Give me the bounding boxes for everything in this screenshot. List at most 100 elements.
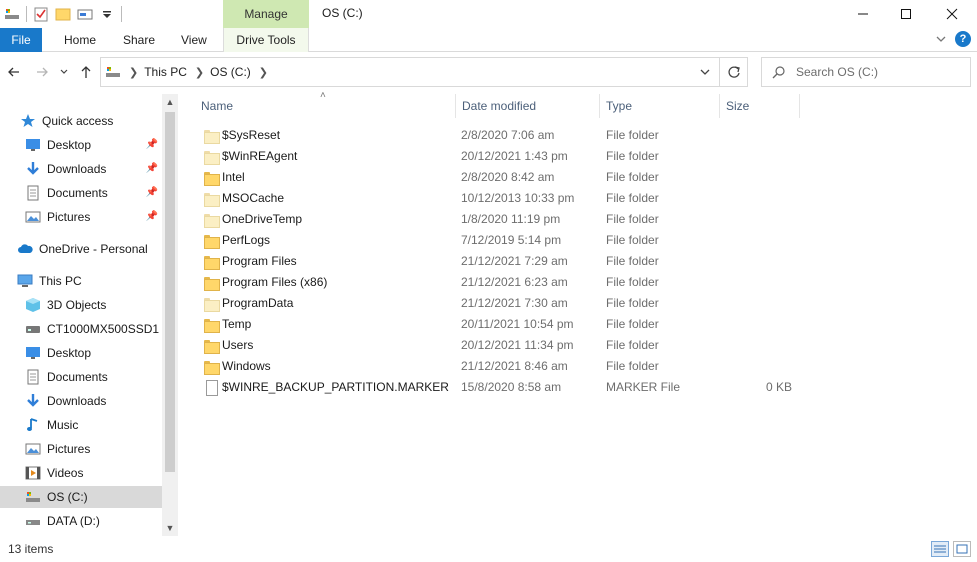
recent-locations-button[interactable] xyxy=(58,64,70,80)
file-row[interactable]: PerfLogs 7/12/2019 5:14 pm File folder xyxy=(195,230,800,251)
nav-item-desktop-pinned[interactable]: Desktop 📌 xyxy=(0,134,162,156)
expand-ribbon-icon[interactable] xyxy=(935,33,947,45)
chevron-down-icon[interactable] xyxy=(699,66,711,78)
file-row[interactable]: $SysReset 2/8/2020 7:06 am File folder xyxy=(195,125,800,146)
file-type: File folder xyxy=(606,296,659,310)
nav-item-videos[interactable]: Videos xyxy=(0,462,162,484)
nav-item-quick-access[interactable]: Quick access xyxy=(0,110,162,132)
scroll-down-icon[interactable]: ▼ xyxy=(162,520,178,536)
title-bar: Manage OS (C:) xyxy=(0,0,977,28)
pin-icon[interactable]: 📌 xyxy=(146,139,158,150)
column-header-date[interactable]: Date modified xyxy=(454,94,600,118)
large-icons-view-button[interactable] xyxy=(953,541,971,557)
nav-item-ssd[interactable]: CT1000MX500SSD1 xyxy=(0,318,162,340)
nav-item-pictures[interactable]: Pictures xyxy=(0,438,162,460)
file-row[interactable]: ProgramData 21/12/2021 7:30 am File fold… xyxy=(195,293,800,314)
nav-scrollbar[interactable]: ▲ ▼ xyxy=(162,94,178,536)
nav-item-music[interactable]: Music xyxy=(0,414,162,436)
breadcrumb-separator[interactable]: ❯ xyxy=(129,66,138,79)
tab-view[interactable]: View xyxy=(181,28,207,52)
details-view-button[interactable] xyxy=(931,541,949,557)
search-input[interactable]: Search OS (C:) xyxy=(761,57,971,87)
nav-item-this-pc[interactable]: This PC xyxy=(0,270,162,292)
item-count: 13 items xyxy=(8,542,54,556)
folder-icon xyxy=(203,127,220,144)
nav-item-onedrive[interactable]: OneDrive - Personal xyxy=(0,238,162,260)
new-folder-icon[interactable] xyxy=(55,6,71,22)
file-icon xyxy=(203,379,219,396)
minimize-button[interactable] xyxy=(840,0,886,28)
pin-icon[interactable]: 📌 xyxy=(146,187,158,198)
back-button[interactable] xyxy=(6,64,22,80)
documents-icon xyxy=(25,185,41,201)
file-row[interactable]: Temp 20/11/2021 10:54 pm File folder xyxy=(195,314,800,335)
drive-icon[interactable] xyxy=(4,6,20,22)
music-icon xyxy=(25,417,41,433)
maximize-button[interactable] xyxy=(883,0,929,28)
file-row[interactable]: Program Files (x86) 21/12/2021 6:23 am F… xyxy=(195,272,800,293)
up-button[interactable] xyxy=(78,64,94,80)
tab-share[interactable]: Share xyxy=(123,28,155,52)
file-date: 20/12/2021 11:34 pm xyxy=(461,338,574,352)
address-bar[interactable]: ❯ This PC ❯ OS (C:) ❯ xyxy=(100,57,720,87)
nav-item-documents[interactable]: Documents xyxy=(0,366,162,388)
tab-home[interactable]: Home xyxy=(64,28,96,52)
nav-item-os-c[interactable]: OS (C:) xyxy=(0,486,162,508)
breadcrumb-separator[interactable]: ❯ xyxy=(195,66,204,79)
close-button[interactable] xyxy=(929,0,975,28)
nav-item-documents-pinned[interactable]: Documents 📌 xyxy=(0,182,162,204)
nav-item-pictures-pinned[interactable]: Pictures 📌 xyxy=(0,206,162,228)
tab-drive-tools[interactable]: Drive Tools xyxy=(223,28,309,52)
documents-icon xyxy=(25,369,41,385)
file-row[interactable]: Program Files 21/12/2021 7:29 am File fo… xyxy=(195,251,800,272)
file-row[interactable]: Intel 2/8/2020 8:42 am File folder xyxy=(195,167,800,188)
rename-icon[interactable] xyxy=(77,6,93,22)
file-row[interactable]: $WINRE_BACKUP_PARTITION.MARKER 15/8/2020… xyxy=(195,377,800,398)
folder-icon xyxy=(203,274,220,291)
scroll-up-icon[interactable]: ▲ xyxy=(162,94,178,110)
folder-icon xyxy=(203,169,220,186)
refresh-icon xyxy=(727,66,740,78)
column-header-type[interactable]: Type xyxy=(598,94,719,118)
desktop-icon xyxy=(25,345,41,361)
file-date: 20/11/2021 10:54 pm xyxy=(461,317,574,331)
breadcrumb-separator[interactable]: ❯ xyxy=(259,66,268,79)
star-icon xyxy=(20,113,36,129)
column-divider[interactable] xyxy=(799,94,800,118)
pictures-icon xyxy=(25,209,41,225)
pin-icon[interactable]: 📌 xyxy=(146,163,158,174)
properties-icon[interactable] xyxy=(33,6,49,22)
file-row[interactable]: OneDriveTemp 1/8/2020 11:19 pm File fold… xyxy=(195,209,800,230)
nav-item-3d-objects[interactable]: 3D Objects xyxy=(0,294,162,316)
refresh-button[interactable] xyxy=(720,57,748,87)
minimize-icon xyxy=(858,13,868,15)
help-icon[interactable]: ? xyxy=(955,31,971,47)
breadcrumb-this-pc[interactable]: This PC xyxy=(144,65,187,79)
column-header-size[interactable]: Size xyxy=(718,94,799,118)
file-row[interactable]: MSOCache 10/12/2013 10:33 pm File folder xyxy=(195,188,800,209)
arrow-right-icon xyxy=(37,67,48,77)
windows-drive-icon xyxy=(25,489,41,505)
nav-item-downloads[interactable]: Downloads xyxy=(0,390,162,412)
file-date: 10/12/2013 10:33 pm xyxy=(461,191,575,205)
search-icon xyxy=(772,66,785,79)
drive-icon xyxy=(106,67,120,77)
scrollbar-thumb[interactable] xyxy=(165,112,175,472)
manage-context-tab[interactable]: Manage xyxy=(223,0,309,28)
forward-button[interactable] xyxy=(34,64,50,80)
file-type: File folder xyxy=(606,128,659,142)
computer-icon xyxy=(17,273,33,289)
nav-item-downloads-pinned[interactable]: Downloads 📌 xyxy=(0,158,162,180)
breadcrumb-os-c[interactable]: OS (C:) xyxy=(210,65,251,79)
tab-file[interactable]: File xyxy=(0,28,42,52)
pin-icon[interactable]: 📌 xyxy=(146,211,158,222)
drive-icon xyxy=(25,513,41,529)
file-row[interactable]: $WinREAgent 20/12/2021 1:43 pm File fold… xyxy=(195,146,800,167)
file-row[interactable]: Windows 21/12/2021 8:46 am File folder xyxy=(195,356,800,377)
customize-toolbar-icon[interactable] xyxy=(99,6,115,22)
nav-item-desktop[interactable]: Desktop xyxy=(0,342,162,364)
file-type: File folder xyxy=(606,317,659,331)
file-row[interactable]: Users 20/12/2021 11:34 pm File folder xyxy=(195,335,800,356)
nav-item-data-d[interactable]: DATA (D:) xyxy=(0,510,162,532)
column-header-name[interactable]: Name xyxy=(193,94,455,118)
